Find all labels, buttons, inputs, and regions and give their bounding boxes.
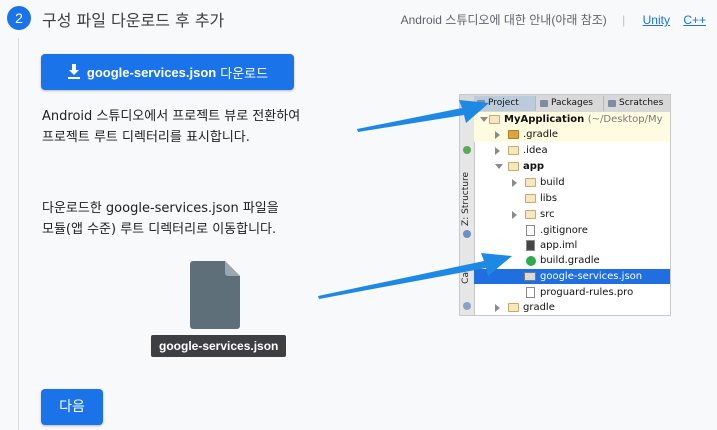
instruction-switch-project-view: Android 스튜디오에서 프로젝트 뷰로 전환하여 프로젝트 루트 디렉터리… <box>42 109 301 145</box>
packages-icon <box>540 100 548 107</box>
tree-item-app-iml: app.iml <box>474 238 670 253</box>
root-project-name: MyApplication <box>504 114 585 125</box>
android-studio-project-panel: Project Packages Scratches Z: Structure … <box>459 94 671 316</box>
root-project-path: (~/Desktop/My <box>587 114 663 125</box>
folder-icon <box>525 194 536 203</box>
step-rail <box>18 38 19 430</box>
instruction-move-json-file: 다운로드한 google-services.json 파일을 모듈(앱 수준) … <box>42 201 279 237</box>
unity-link[interactable]: Unity <box>643 13 670 27</box>
header-separator: | <box>622 13 626 27</box>
next-button[interactable]: 다음 <box>41 389 103 425</box>
collapse-arrow-icon <box>512 179 517 187</box>
ide-tab-bar: Project Packages Scratches <box>460 95 670 113</box>
expand-arrow-icon <box>495 164 503 169</box>
folder-icon <box>525 178 536 187</box>
json-file-icon <box>524 272 536 281</box>
document-file-icon <box>190 261 240 329</box>
file-icon <box>526 225 535 236</box>
android-icon <box>463 146 471 154</box>
folder-icon <box>489 115 500 124</box>
folder-icon <box>508 303 519 312</box>
bottom-tool-icon <box>463 302 471 310</box>
tree-item-idea: .idea <box>474 143 670 158</box>
tree-item-dot-gradle: .gradle <box>474 127 670 142</box>
tree-item-proguard-rules: proguard-rules.pro <box>474 285 670 300</box>
step-number-badge: 2 <box>7 6 31 30</box>
collapse-arrow-icon <box>495 131 500 139</box>
expand-arrow-icon <box>480 117 488 122</box>
module-folder-icon <box>508 162 519 171</box>
structure-side-label: Z: Structure <box>461 172 471 226</box>
tree-item-src: src <box>474 207 670 222</box>
download-icon <box>67 64 80 79</box>
folder-icon <box>525 210 536 219</box>
file-icon <box>526 287 535 298</box>
iml-file-icon <box>526 240 535 251</box>
android-studio-guide-text: Android 스튜디오에 대한 안내(아래 참조) <box>400 13 607 27</box>
folder-icon <box>508 146 519 155</box>
tree-root: MyApplication (~/Desktop/My <box>474 112 670 127</box>
tree-item-build: build <box>474 175 670 190</box>
scratches-icon <box>608 100 616 107</box>
tab-scratches: Scratches <box>605 96 670 111</box>
tree-item-gradle: gradle <box>474 300 670 315</box>
header-links: Android 스튜디오에 대한 안내(아래 참조) | Unity C++ <box>401 11 706 28</box>
cpp-link[interactable]: C++ <box>683 13 706 27</box>
tree-item-build-gradle: build.gradle <box>474 253 670 268</box>
tree-item-google-services-json: google-services.json <box>474 269 670 284</box>
captures-side-label: Ca <box>461 272 471 284</box>
collapse-arrow-icon <box>495 304 500 312</box>
download-button-filename: google-services.json <box>86 64 217 80</box>
tab-packages: Packages <box>537 96 604 111</box>
folder-icon <box>508 130 519 139</box>
tree-item-app: app <box>474 159 670 174</box>
collapse-arrow-icon <box>495 147 500 155</box>
file-name-badge: google-services.json <box>151 335 287 357</box>
step-title: 구성 파일 다운로드 후 추가 <box>42 11 225 30</box>
tab-project: Project <box>474 96 536 111</box>
ide-side-toolbar: Z: Structure Ca <box>460 112 475 315</box>
tree-item-gitignore: .gitignore <box>474 223 670 238</box>
download-button-label: 다운로드 <box>220 65 269 81</box>
collapse-arrow-icon <box>512 211 517 219</box>
hierarchy-icon <box>463 230 471 238</box>
download-config-button[interactable]: google-services.json 다운로드 <box>41 54 294 90</box>
tree-item-libs: libs <box>474 191 670 206</box>
gradle-icon <box>526 256 536 266</box>
project-icon <box>477 100 485 107</box>
